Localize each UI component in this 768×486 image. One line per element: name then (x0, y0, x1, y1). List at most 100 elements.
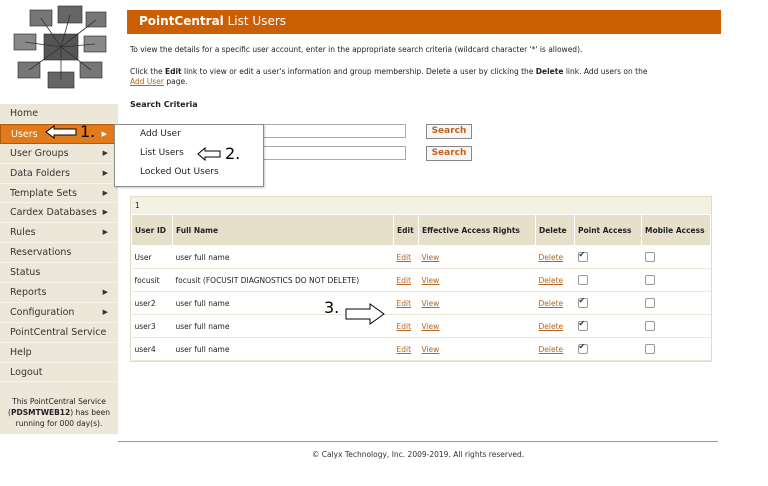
intro-fragment: link to view or edit a user's informatio… (181, 67, 536, 76)
view-link[interactable]: View (422, 299, 440, 308)
sidebar-item-reservations[interactable]: Reservations (0, 243, 118, 264)
sidebar-item-help[interactable]: Help (0, 343, 118, 363)
sidebar-item-label: PointCentral Service (10, 326, 107, 338)
sidebar-nav: Home Users ▶ User Groups ▶ Data Folders ▶ T… (0, 104, 118, 434)
sidebar-item-label: Template Sets (10, 187, 77, 199)
sidebar-item-label: Configuration (10, 306, 75, 318)
service-status-text: This PointCentral Service (PDSMTWEB12) h… (0, 396, 118, 429)
sidebar-item-label: Status (10, 267, 41, 279)
sidebar-item-label: Data Folders (10, 167, 71, 179)
cell-user-id: User (131, 245, 173, 269)
mobile-access-checkbox[interactable] (644, 252, 655, 262)
sidebar-item-template-sets[interactable]: Template Sets ▶ (0, 184, 118, 204)
status-host: PDSMTWEB12 (10, 408, 71, 417)
submenu-item-list-users[interactable]: List Users (115, 144, 263, 163)
sidebar-item-cardex-databases[interactable]: Cardex Databases ▶ (0, 203, 118, 224)
status-suffix: ) has been (70, 408, 110, 417)
mobile-access-checkbox[interactable] (644, 344, 655, 354)
chevron-right-icon: ▶ (102, 168, 108, 177)
sidebar-item-pointcentral-service[interactable]: PointCentral Service (0, 323, 118, 343)
view-link[interactable]: View (422, 345, 440, 354)
sidebar-item-reports[interactable]: Reports ▶ (0, 283, 118, 303)
chevron-right-icon: ▶ (102, 307, 108, 316)
sidebar-item-label: Cardex Databases (10, 207, 97, 219)
sidebar-item-label: Users (11, 128, 38, 140)
chevron-right-icon: ▶ (102, 188, 108, 197)
intro-fragment: link. Add users on the (563, 67, 648, 76)
edit-link[interactable]: Edit (397, 345, 412, 354)
delete-link[interactable]: Delete (539, 345, 564, 354)
mobile-access-checkbox[interactable] (644, 298, 655, 308)
delete-link[interactable]: Delete (539, 253, 564, 262)
users-table: 1 User ID Full Name Edit Effective Acces… (130, 196, 712, 362)
cell-user-id: focusit (131, 268, 173, 292)
edit-link[interactable]: Edit (397, 253, 412, 262)
column-header-delete: Delete (535, 214, 575, 246)
sidebar-item-home[interactable]: Home (0, 104, 118, 124)
sidebar-item-status[interactable]: Status (0, 263, 118, 284)
add-user-link[interactable]: Add User (130, 77, 164, 86)
result-count: 1 (131, 197, 711, 214)
point-access-checkbox[interactable] (577, 250, 588, 262)
sidebar-item-rules[interactable]: Rules ▶ (0, 223, 118, 244)
intro-fragment: page. (164, 77, 188, 86)
intro-text-2: Click the Edit link to view or edit a us… (130, 67, 720, 87)
sidebar-item-logout[interactable]: Logout (0, 363, 118, 383)
intro-text-1: To view the details for a specific user … (130, 45, 583, 54)
status-line: This PointCentral Service (12, 397, 106, 406)
table-header-row: User ID Full Name Edit Effective Access … (131, 214, 711, 246)
pointcentral-logo (0, 0, 118, 104)
cell-full-name: user full name (172, 337, 394, 361)
table-row: user4 user full name Edit View Delete (131, 337, 711, 361)
annotation-arrow-right-icon (345, 303, 385, 325)
sidebar-item-user-groups[interactable]: User Groups ▶ (0, 144, 118, 164)
submenu-item-locked-out-users[interactable]: Locked Out Users (115, 163, 263, 182)
page-header: PointCentral List Users (127, 10, 721, 34)
cell-full-name: focusit (FOCUSIT DIAGNOSTICS DO NOT DELE… (172, 268, 394, 292)
view-link[interactable]: View (422, 276, 440, 285)
annotation-step-2: 2. (225, 144, 241, 163)
copyright-footer: © Calyx Technology, Inc. 2009-2019. All … (311, 450, 525, 459)
sidebar-item-configuration[interactable]: Configuration ▶ (0, 303, 118, 323)
users-submenu: Add User List Users Locked Out Users (114, 124, 264, 187)
search-button[interactable]: Search (426, 124, 472, 139)
mobile-access-checkbox[interactable] (644, 321, 655, 331)
chevron-right-icon: ▶ (102, 208, 108, 217)
edit-link[interactable]: Edit (397, 299, 412, 308)
annotation-arrow-left-icon (197, 146, 221, 162)
delete-link[interactable]: Delete (539, 276, 564, 285)
delete-link[interactable]: Delete (539, 322, 564, 331)
annotation-step-3: 3. (324, 298, 340, 317)
table-row: user3 user full name Edit View Delete (131, 314, 711, 338)
intro-fragment: Click the (130, 67, 165, 76)
column-header-point-access: Point Access (574, 214, 642, 246)
view-link[interactable]: View (422, 253, 440, 262)
sidebar-item-label: Logout (10, 366, 43, 378)
view-link[interactable]: View (422, 322, 440, 331)
sidebar-item-label: User Groups (10, 147, 69, 159)
annotation-step-1: 1. (80, 122, 96, 141)
point-access-checkbox[interactable] (577, 275, 588, 285)
sidebar-item-data-folders[interactable]: Data Folders ▶ (0, 164, 118, 184)
cell-full-name: user full name (172, 245, 394, 269)
cell-user-id: user3 (131, 314, 173, 338)
search-button[interactable]: Search (426, 146, 472, 161)
footer-divider (118, 441, 718, 442)
point-access-checkbox[interactable] (577, 296, 588, 308)
annotation-arrow-left-icon (45, 125, 77, 139)
submenu-item-add-user[interactable]: Add User (115, 125, 263, 144)
sidebar-item-label: Help (10, 346, 32, 358)
sidebar-item-label: Home (10, 108, 39, 119)
edit-link[interactable]: Edit (397, 276, 412, 285)
mobile-access-checkbox[interactable] (644, 275, 655, 285)
edit-link[interactable]: Edit (397, 322, 412, 331)
delete-link[interactable]: Delete (539, 299, 564, 308)
intro-delete-word: Delete (535, 67, 564, 76)
point-access-checkbox[interactable] (577, 319, 588, 331)
chevron-right-icon: ▶ (102, 148, 108, 157)
sidebar-item-label: Reports (10, 287, 47, 299)
point-access-checkbox[interactable] (577, 342, 588, 354)
sidebar-item-label: Reservations (10, 247, 72, 259)
sidebar-item-label: Rules (10, 227, 36, 239)
title-brand: PointCentral (139, 14, 224, 28)
